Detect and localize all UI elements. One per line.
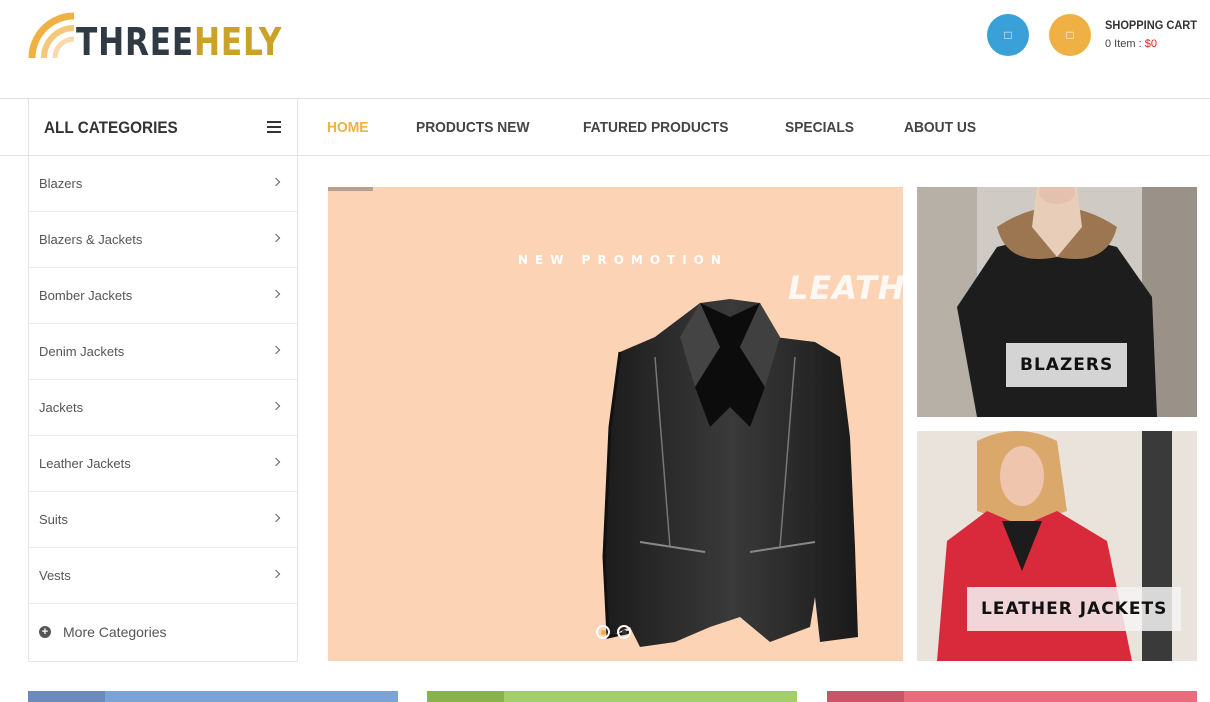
category-item-suits[interactable]: Suits [29, 492, 297, 548]
cart-total: $0 [1144, 38, 1157, 50]
category-label: Suits [39, 512, 68, 527]
logo-text-gold: HELY [194, 20, 283, 64]
category-label: Vests [39, 568, 71, 583]
logo-wordmark: THREEHELY [76, 22, 282, 62]
site-logo[interactable]: THREEHELY [28, 10, 327, 62]
menu-item-specials[interactable]: SPECIALS [785, 119, 854, 136]
logo-signal-icon [28, 12, 75, 59]
category-sidebar: Blazers Blazers & Jackets Bomber Jackets… [28, 156, 298, 662]
plus-circle-icon: + [39, 626, 51, 638]
main-navbar: ALL CATEGORIES HOME PRODUCTS NEW FATURED… [0, 99, 1210, 156]
promo-strip-blue [28, 691, 398, 702]
promo-strip-green [427, 691, 797, 702]
cart-title: SHOPPING CART [1105, 18, 1198, 32]
category-item-bomber-jackets[interactable]: Bomber Jackets [29, 268, 297, 324]
promo-strip-red [827, 691, 1197, 702]
logo-text-dark: THREE [76, 20, 195, 64]
cart-count: 0 Item : $0 [1105, 38, 1205, 50]
category-label: Bomber Jackets [39, 288, 133, 303]
chevron-right-icon [271, 177, 281, 187]
menu-item-about-us[interactable]: ABOUT US [904, 119, 976, 136]
more-categories-label: More Categories [63, 624, 167, 640]
cart-items: 0 Item : [1105, 38, 1145, 50]
banner-leather-jackets[interactable]: LEATHER JACKETS [917, 431, 1197, 661]
chevron-right-icon [271, 289, 281, 299]
chevron-right-icon [271, 233, 281, 243]
category-item-leather-jackets[interactable]: Leather Jackets [29, 436, 297, 492]
slider-progress-bar [328, 187, 373, 191]
more-categories-link[interactable]: + More Categories [29, 604, 297, 660]
category-item-blazers[interactable]: Blazers [29, 156, 297, 212]
slider-dots [596, 625, 638, 639]
site-header: THREEHELY □ □ SHOPPING CART 0 Item : $0 [0, 0, 1210, 99]
category-item-denim-jackets[interactable]: Denim Jackets [29, 324, 297, 380]
menu-item-products-new[interactable]: PRODUCTS NEW [416, 119, 529, 136]
category-label: Denim Jackets [39, 344, 125, 359]
chevron-right-icon [271, 513, 281, 523]
category-item-vests[interactable]: Vests [29, 548, 297, 604]
category-label: Jackets [39, 400, 84, 415]
slider-promo-text: NEW PROMOTION [518, 253, 728, 267]
cart-summary[interactable]: SHOPPING CART 0 Item : $0 [1105, 18, 1205, 50]
category-item-blazers-jackets[interactable]: Blazers & Jackets [29, 212, 297, 268]
banner-label-leather-jackets: LEATHER JACKETS [967, 587, 1182, 631]
category-label: Blazers & Jackets [39, 232, 143, 247]
menu-item-home[interactable]: HOME [327, 119, 368, 136]
all-categories-heading: ALL CATEGORIES [44, 117, 178, 137]
chevron-right-icon [271, 569, 281, 579]
banner-blazers[interactable]: BLAZERS [917, 187, 1197, 417]
chevron-right-icon [271, 345, 281, 355]
slider-dot-2[interactable] [617, 625, 631, 639]
slider-dot-1[interactable] [596, 625, 610, 639]
chevron-right-icon [271, 401, 281, 411]
hamburger-icon [267, 121, 281, 133]
user-icon: □ [1004, 28, 1012, 42]
category-label: Leather Jackets [39, 456, 131, 471]
leather-jacket-image [602, 299, 858, 647]
category-item-jackets[interactable]: Jackets [29, 380, 297, 436]
banner-label-blazers: BLAZERS [1006, 343, 1128, 387]
account-button[interactable]: □ [987, 14, 1029, 56]
all-categories-toggle[interactable]: ALL CATEGORIES [28, 99, 298, 156]
cart-button[interactable]: □ [1049, 14, 1091, 56]
main-menu: HOME PRODUCTS NEW FATURED PRODUCTS SPECI… [327, 99, 1027, 156]
chevron-right-icon [271, 457, 281, 467]
hero-slider[interactable]: NEW PROMOTION LEATHE [328, 187, 903, 661]
menu-item-featured-products[interactable]: FATURED PRODUCTS [583, 119, 728, 136]
cart-icon: □ [1066, 28, 1074, 42]
category-label: Blazers [39, 176, 83, 191]
